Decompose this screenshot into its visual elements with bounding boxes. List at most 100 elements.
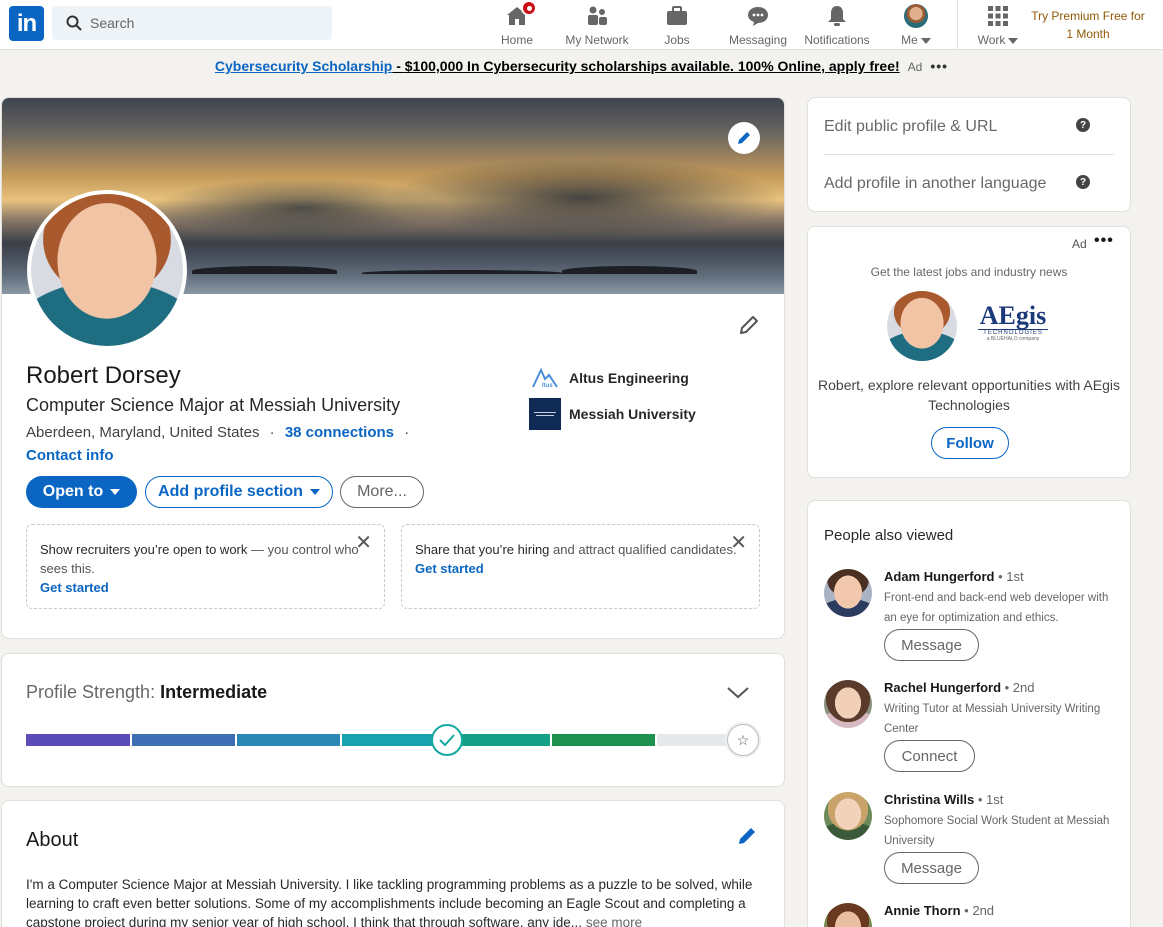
- person-name-line[interactable]: Christina Wills • 1st: [884, 792, 1003, 807]
- briefcase-icon: [665, 4, 689, 28]
- nav-jobs[interactable]: Jobs: [662, 0, 692, 50]
- ad-banner-link[interactable]: Cybersecurity Scholarship: [215, 58, 392, 74]
- add-section-label: Add profile section: [158, 483, 303, 500]
- ad-banner-tag: Ad: [907, 60, 923, 74]
- about-text: I'm a Computer Science Major at Messiah …: [26, 877, 753, 927]
- person-name-line[interactable]: Annie Thorn • 2nd: [884, 903, 994, 918]
- follow-button[interactable]: Follow: [931, 427, 1009, 459]
- grid-icon: [987, 4, 1009, 28]
- avatar[interactable]: [824, 569, 872, 617]
- search-input[interactable]: [90, 15, 310, 31]
- nav-messaging[interactable]: Messaging: [728, 0, 788, 50]
- edit-cover-button[interactable]: [728, 122, 760, 154]
- people-also-viewed-card: People also viewed Adam Hungerford • 1st…: [807, 500, 1131, 927]
- about-card: About I'm a Computer Science Major at Me…: [1, 800, 785, 927]
- ad-banner-text[interactable]: $100,000 In Cybersecurity scholarships a…: [405, 58, 900, 74]
- aegis-logo[interactable]: AEgis TECHNOLOGIES a BLUEHALO company: [978, 303, 1048, 342]
- nav-notifications[interactable]: Notifications: [802, 0, 872, 50]
- ad-banner-separator[interactable]: -: [392, 58, 404, 74]
- company-name: Altus Engineering: [569, 370, 689, 386]
- message-button[interactable]: Message: [884, 852, 979, 884]
- star-icon: ☆: [727, 724, 759, 756]
- nav-me[interactable]: Me: [898, 0, 934, 50]
- list-item: Christina Wills • 1st Sophomore Social W…: [824, 792, 1124, 892]
- edit-about-button[interactable]: [736, 825, 758, 852]
- strength-segment-empty: [657, 734, 737, 746]
- profile-headline: Computer Science Major at Messiah Univer…: [26, 395, 401, 415]
- caret-down-icon: [309, 489, 320, 495]
- hiring-text: and attract qualified candidates.: [549, 542, 737, 557]
- strength-segment: [342, 734, 445, 746]
- bell-icon: [825, 4, 849, 28]
- connection-degree: • 1st: [977, 792, 1004, 807]
- nav-messaging-label: Messaging: [728, 33, 788, 47]
- person-name: Adam Hungerford: [884, 569, 995, 584]
- profile-name: Robert Dorsey: [26, 362, 181, 389]
- check-icon: [431, 724, 463, 756]
- contact-info-link[interactable]: Contact info: [26, 447, 114, 464]
- profile-strength-level: Intermediate: [160, 682, 268, 702]
- nav-home[interactable]: Home: [499, 0, 537, 50]
- hiring-card: Share that you’re hiring and attract qua…: [401, 524, 760, 609]
- avatar[interactable]: [824, 903, 872, 927]
- more-button[interactable]: More...: [340, 476, 424, 508]
- company-altus[interactable]: ltus Altus Engineering: [529, 362, 689, 394]
- company-messiah[interactable]: Messiah University: [529, 398, 696, 430]
- user-avatar: [887, 291, 957, 361]
- profile-location-line: Aberdeen, Maryland, United States · 38 c…: [26, 424, 409, 441]
- connect-button[interactable]: Connect: [884, 740, 975, 772]
- close-icon[interactable]: ✕: [730, 533, 747, 553]
- edit-public-profile-link[interactable]: Edit public profile & URL: [824, 118, 997, 136]
- message-button[interactable]: Message: [884, 629, 979, 661]
- profile-strength-label: Profile Strength:: [26, 682, 161, 702]
- nav-notifications-label: Notifications: [804, 33, 870, 47]
- help-icon[interactable]: ?: [1076, 118, 1090, 132]
- about-title: About: [26, 829, 79, 851]
- divider: [824, 154, 1114, 155]
- add-profile-section-button[interactable]: Add profile section: [145, 476, 333, 508]
- more-options-icon[interactable]: •••: [1094, 232, 1114, 250]
- nav-divider: [957, 0, 958, 50]
- strength-segment: [26, 734, 130, 746]
- aegis-logo-text: AEgis: [979, 301, 1047, 330]
- profile-strength-card: Profile Strength: Intermediate ☆: [1, 653, 785, 787]
- strength-segment: [552, 734, 655, 746]
- list-item: Annie Thorn • 2nd: [824, 903, 1124, 927]
- caret-down-icon: [110, 489, 121, 495]
- hiring-get-started[interactable]: Get started: [415, 559, 746, 578]
- chevron-down-icon[interactable]: [726, 686, 750, 705]
- open-to-work-bold: Show recruiters you’re open to work: [40, 542, 248, 557]
- search-icon: [66, 15, 82, 31]
- premium-link[interactable]: Try Premium Free for 1 Month: [1030, 7, 1146, 43]
- open-to-work-get-started[interactable]: Get started: [40, 578, 371, 597]
- nav-work-label: Work: [977, 33, 1006, 47]
- messaging-icon: [746, 4, 770, 28]
- person-name: Christina Wills: [884, 792, 975, 807]
- connections-link[interactable]: 38 connections: [285, 424, 394, 441]
- nav-work[interactable]: Work: [975, 0, 1021, 50]
- list-item: Rachel Hungerford • 2nd Writing Tutor at…: [824, 680, 1124, 780]
- person-name-line[interactable]: Rachel Hungerford • 2nd: [884, 680, 1035, 695]
- profile-photo[interactable]: [27, 190, 187, 350]
- sidebar-ad-card: Ad ••• Get the latest jobs and industry …: [807, 226, 1131, 478]
- nav-my-network[interactable]: My Network: [564, 0, 630, 50]
- ad-banner-more-icon[interactable]: •••: [930, 58, 948, 74]
- add-language-link[interactable]: Add profile in another language: [824, 175, 1046, 193]
- linkedin-logo[interactable]: in: [9, 6, 44, 41]
- close-icon[interactable]: ✕: [355, 533, 372, 553]
- edit-intro-button[interactable]: [736, 312, 762, 338]
- nav-me-label: Me: [901, 33, 918, 47]
- see-more-link[interactable]: see more: [586, 915, 642, 927]
- open-to-work-card: Show recruiters you’re open to work — yo…: [26, 524, 385, 609]
- person-name-line[interactable]: Adam Hungerford • 1st: [884, 569, 1024, 584]
- separator-dot: ·: [269, 424, 275, 441]
- avatar[interactable]: [824, 680, 872, 728]
- avatar[interactable]: [824, 792, 872, 840]
- search-bar[interactable]: [52, 6, 332, 40]
- company-name: Messiah University: [569, 406, 696, 422]
- nav-jobs-label: Jobs: [664, 33, 690, 47]
- help-icon[interactable]: ?: [1076, 175, 1090, 189]
- person-name: Rachel Hungerford: [884, 680, 1002, 695]
- open-to-button[interactable]: Open to: [26, 476, 137, 508]
- nav-home-label: Home: [500, 33, 533, 47]
